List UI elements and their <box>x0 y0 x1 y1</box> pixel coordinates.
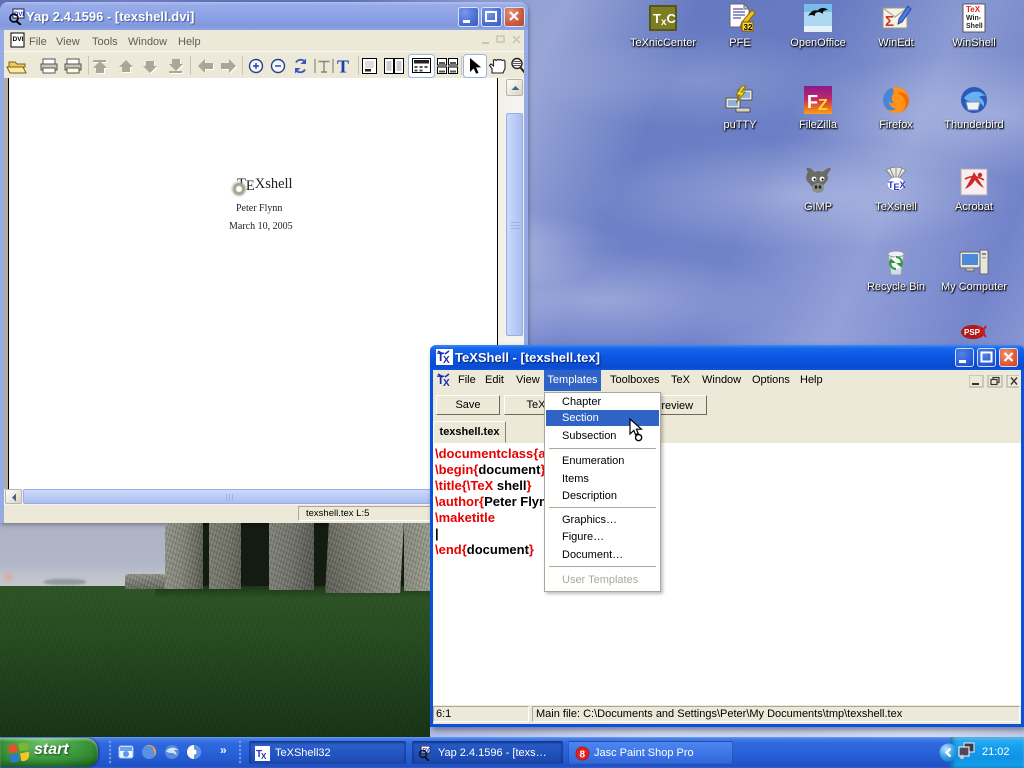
svg-text:T: T <box>337 57 349 77</box>
svg-text:DVI: DVI <box>423 748 432 754</box>
svg-text:X: X <box>443 378 450 389</box>
svg-text:8: 8 <box>580 750 586 761</box>
svg-text:X: X <box>261 752 267 761</box>
svg-text:Z: Z <box>818 97 828 114</box>
svg-text:DVI: DVI <box>13 36 24 43</box>
svg-text:Shell: Shell <box>966 23 983 30</box>
svg-text:32: 32 <box>744 23 753 32</box>
svg-text:Win-: Win- <box>966 15 982 22</box>
svg-text:X: X <box>443 355 450 366</box>
svg-text:Σ: Σ <box>885 13 894 30</box>
svg-text:TeX: TeX <box>966 5 981 14</box>
svg-text:F: F <box>807 92 818 112</box>
